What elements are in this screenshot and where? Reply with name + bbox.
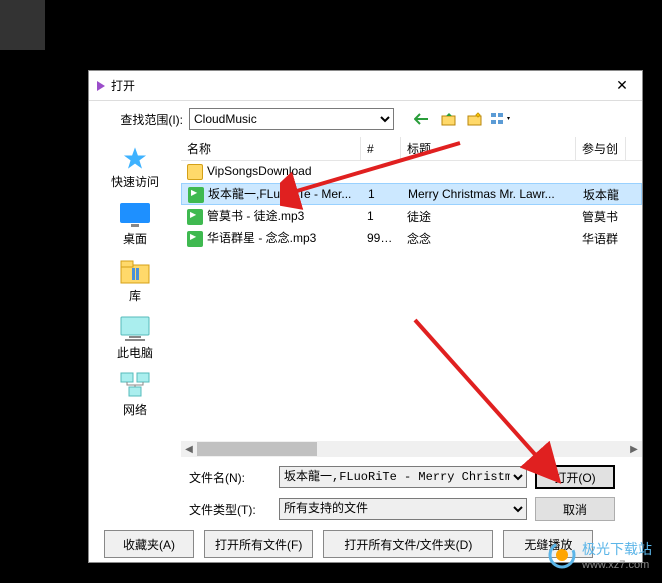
folder-icon — [187, 164, 203, 180]
list-header[interactable]: 名称 # 标题 参与创 — [181, 137, 642, 161]
lookin-select[interactable]: CloudMusic — [189, 108, 394, 130]
place-desktop[interactable]: 桌面 — [117, 196, 153, 251]
filetype-row: 文件类型(T): 所有支持的文件 取消 — [189, 497, 632, 521]
col-title[interactable]: 标题 — [401, 137, 576, 160]
filetype-label: 文件类型(T): — [189, 501, 271, 518]
back-button[interactable] — [412, 108, 434, 130]
pc-icon — [117, 314, 153, 342]
file-num: 1 — [361, 209, 401, 223]
watermark: 极光下载站 www.xz7.com — [548, 539, 652, 571]
place-this-pc[interactable]: 此电脑 — [117, 310, 153, 365]
open-button[interactable]: 打开(O) — [535, 465, 615, 489]
scroll-right-icon[interactable]: ▶ — [626, 441, 642, 457]
place-label: 库 — [129, 287, 141, 304]
place-quick-access[interactable]: 快速访问 — [111, 141, 159, 194]
audio-icon — [188, 187, 204, 203]
place-label: 此电脑 — [117, 344, 153, 361]
desktop-icon — [117, 200, 153, 228]
file-name: 管莫书 - 徒途.mp3 — [207, 209, 304, 223]
scroll-thumb[interactable] — [197, 442, 317, 456]
list-row-folder[interactable]: VipSongsDownload — [181, 161, 642, 183]
place-label: 快速访问 — [111, 173, 159, 190]
file-title: Merry Christmas Mr. Lawr... — [402, 187, 577, 201]
file-list[interactable]: 名称 # 标题 参与创 VipSongsDownload 坂本龍一,FLuoRi… — [181, 137, 642, 457]
file-artist: 坂本龍 — [577, 186, 627, 203]
audio-icon — [187, 209, 203, 225]
place-network[interactable]: 网络 — [117, 367, 153, 422]
place-label: 桌面 — [123, 230, 147, 247]
audio-icon — [187, 231, 203, 247]
cancel-button[interactable]: 取消 — [535, 497, 615, 521]
file-title: 徒途 — [401, 208, 576, 225]
nav-icons — [412, 108, 512, 130]
horizontal-scrollbar[interactable]: ◀ ▶ — [181, 441, 642, 457]
network-icon — [117, 371, 153, 399]
filename-input[interactable]: 坂本龍一,FLuoRiTe - Merry Christmas Mr — [279, 466, 527, 488]
file-name: VipSongsDownload — [207, 164, 312, 178]
open-all-files-folders-button[interactable]: 打开所有文件/文件夹(D) — [323, 530, 493, 558]
file-artist: 管莫书 — [576, 208, 626, 225]
view-menu-button[interactable] — [490, 108, 512, 130]
app-logo-icon — [97, 81, 105, 91]
file-num: 999... — [361, 231, 401, 245]
place-library[interactable]: 库 — [117, 253, 153, 308]
open-all-files-button[interactable]: 打开所有文件(F) — [204, 530, 313, 558]
file-artist: 华语群 — [576, 230, 626, 247]
file-name: 坂本龍一,FLuoRiTe - Mer... — [208, 187, 351, 201]
content-area: 快速访问 桌面 库 此电脑 网络 名称 # 标题 — [89, 137, 642, 457]
open-file-dialog: 打开 ✕ 查找范围(I): CloudMusic 快速访问 — [88, 70, 643, 563]
file-name: 华语群星 - 念念.mp3 — [207, 231, 316, 245]
places-bar: 快速访问 桌面 库 此电脑 网络 — [89, 137, 181, 457]
window-title: 打开 — [111, 77, 135, 94]
place-label: 网络 — [123, 401, 147, 418]
col-name[interactable]: 名称 — [181, 137, 361, 160]
list-row[interactable]: 华语群星 - 念念.mp3 999... 念念 华语群 — [181, 227, 642, 249]
lookin-row: 查找范围(I): CloudMusic — [89, 101, 642, 137]
up-one-level-button[interactable] — [438, 108, 460, 130]
favorites-button[interactable]: 收藏夹(A) — [104, 530, 194, 558]
close-button[interactable]: ✕ — [602, 72, 642, 100]
lookin-label: 查找范围(I): — [93, 111, 183, 128]
scroll-left-icon[interactable]: ◀ — [181, 441, 197, 457]
list-body: VipSongsDownload 坂本龍一,FLuoRiTe - Mer... … — [181, 161, 642, 249]
watermark-brand: 极光下载站 — [582, 539, 652, 559]
new-folder-button[interactable] — [464, 108, 486, 130]
host-app-sidebar — [0, 0, 45, 50]
bottom-controls: 文件名(N): 坂本龍一,FLuoRiTe - Merry Christmas … — [89, 457, 642, 521]
titlebar: 打开 ✕ — [89, 71, 642, 101]
star-icon — [121, 145, 149, 173]
filename-label: 文件名(N): — [189, 469, 271, 486]
list-row[interactable]: 管莫书 - 徒途.mp3 1 徒途 管莫书 — [181, 205, 642, 227]
filename-row: 文件名(N): 坂本龍一,FLuoRiTe - Merry Christmas … — [189, 465, 632, 489]
file-num: 1 — [362, 187, 402, 201]
filetype-select[interactable]: 所有支持的文件 — [279, 498, 527, 520]
close-icon: ✕ — [616, 77, 628, 94]
col-num[interactable]: # — [361, 137, 401, 160]
file-title: 念念 — [401, 230, 576, 247]
library-icon — [117, 257, 153, 285]
col-artist[interactable]: 参与创 — [576, 137, 626, 160]
watermark-logo-icon — [548, 541, 576, 569]
watermark-url: www.xz7.com — [582, 559, 652, 571]
list-row-selected[interactable]: 坂本龍一,FLuoRiTe - Mer... 1 Merry Christmas… — [181, 183, 642, 205]
